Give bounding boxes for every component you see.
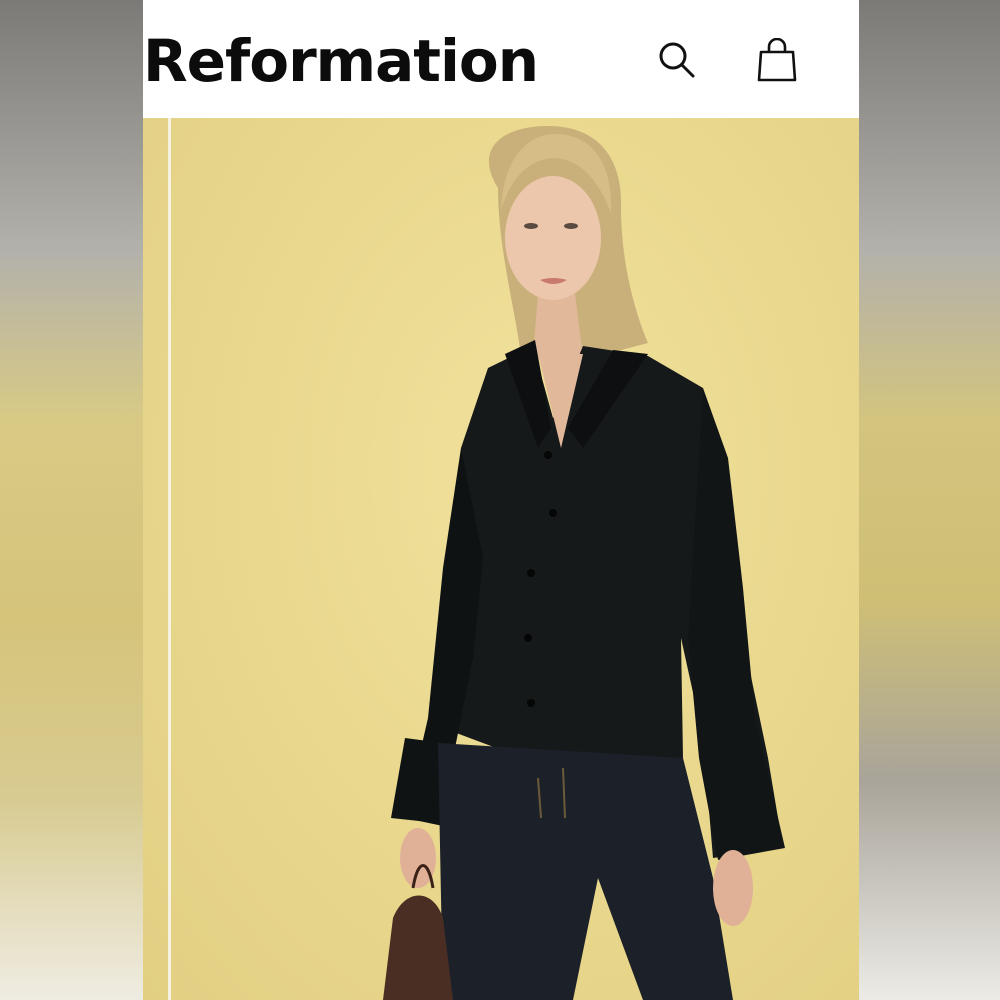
shopping-bag-button[interactable] [755, 37, 799, 82]
site-header: Reformation [143, 0, 859, 118]
model-illustration [383, 126, 785, 1000]
blurred-background-right [859, 0, 1000, 1000]
shopping-bag-icon [757, 37, 797, 82]
search-icon [659, 42, 695, 78]
blurred-background-left [0, 0, 143, 1000]
brand-logo[interactable]: Reformation [143, 26, 539, 96]
search-button[interactable] [655, 38, 699, 82]
product-hero-image[interactable] [143, 118, 859, 1000]
phone-screen: Reformation [143, 0, 859, 1000]
